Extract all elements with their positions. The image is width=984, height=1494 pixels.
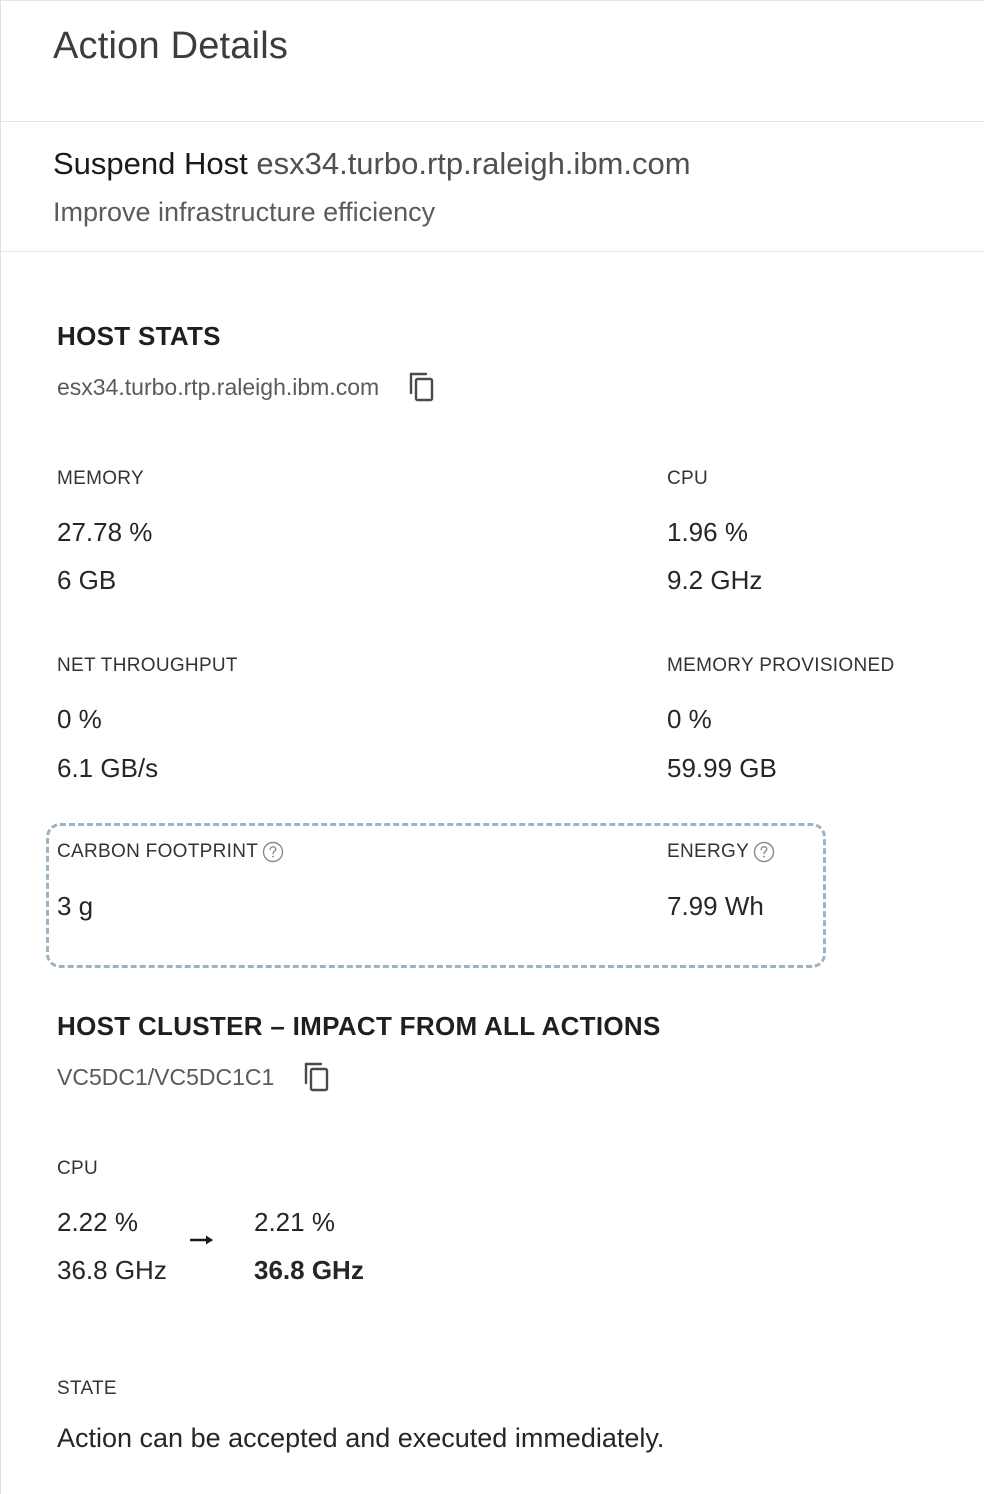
cluster-cpu-before-capacity: 36.8 GHz	[57, 1255, 167, 1285]
action-type: Suspend Host	[53, 146, 248, 181]
cluster-cpu-after-capacity: 36.8 GHz	[254, 1255, 364, 1285]
state-text: Action can be accepted and executed imme…	[57, 1423, 665, 1453]
cluster-impact-title: HOST CLUSTER – IMPACT FROM ALL ACTIONS	[57, 1011, 661, 1041]
help-circle-icon[interactable]	[262, 841, 284, 863]
net-throughput-label: NET THROUGHPUT	[57, 655, 238, 676]
cluster-entity-row: VC5DC1/VC5DC1C1	[57, 1061, 332, 1093]
carbon-footprint-value: 3 g	[57, 891, 94, 921]
host-entity-row: esx34.turbo.rtp.raleigh.ibm.com	[57, 371, 437, 403]
memory-provisioned-percent: 0 %	[667, 704, 712, 734]
carbon-footprint-label: CARBON FOOTPRINT	[57, 841, 259, 862]
action-reason: Improve infrastructure efficiency	[53, 197, 436, 227]
memory-provisioned-label: MEMORY PROVISIONED	[667, 655, 895, 676]
host-entity-name: esx34.turbo.rtp.raleigh.ibm.com	[57, 373, 380, 400]
action-summary: Suspend Host esx34.turbo.rtp.raleigh.ibm…	[1, 122, 984, 252]
net-throughput-capacity: 6.1 GB/s	[57, 753, 159, 783]
cpu-label: CPU	[667, 468, 709, 489]
net-throughput-percent: 0 %	[57, 704, 102, 734]
energy-label-row: ENERGY	[667, 841, 775, 863]
cluster-cpu-after-percent: 2.21 %	[254, 1207, 335, 1237]
page-title: Action Details	[53, 25, 289, 67]
host-stats-title: HOST STATS	[57, 321, 221, 351]
carbon-footprint-label-row: CARBON FOOTPRINT	[57, 841, 284, 863]
panel-header: Action Details	[1, 1, 984, 122]
action-summary-line: Suspend Host esx34.turbo.rtp.raleigh.ibm…	[53, 146, 691, 182]
cluster-cpu-before-percent: 2.22 %	[57, 1207, 138, 1237]
copy-icon[interactable]	[407, 371, 437, 403]
state-label: STATE	[57, 1378, 117, 1399]
memory-percent: 27.78 %	[57, 517, 153, 547]
cpu-percent: 1.96 %	[667, 517, 748, 547]
action-details-panel: Action Details Suspend Host esx34.turbo.…	[0, 0, 984, 1494]
memory-label: MEMORY	[57, 468, 144, 489]
memory-capacity: 6 GB	[57, 565, 117, 595]
cluster-cpu-label: CPU	[57, 1158, 99, 1179]
cluster-entity-name: VC5DC1/VC5DC1C1	[57, 1063, 275, 1090]
action-target: esx34.turbo.rtp.raleigh.ibm.com	[256, 146, 691, 181]
energy-value: 7.99 Wh	[667, 891, 764, 921]
energy-label: ENERGY	[667, 841, 750, 862]
memory-provisioned-capacity: 59.99 GB	[667, 753, 777, 783]
help-circle-icon[interactable]	[753, 841, 775, 863]
cpu-capacity: 9.2 GHz	[667, 565, 763, 595]
arrow-right-icon	[190, 1235, 213, 1245]
copy-icon[interactable]	[302, 1061, 332, 1093]
